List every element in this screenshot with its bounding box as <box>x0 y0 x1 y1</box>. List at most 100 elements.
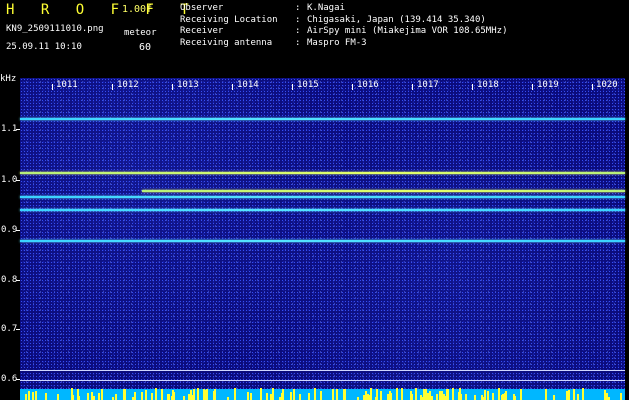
info-value: Maspro FM-3 <box>307 37 367 48</box>
activity-spike <box>498 388 500 400</box>
activity-spike <box>134 392 136 400</box>
activity-spike <box>145 390 147 400</box>
date-time: 25.09.11 10:10 <box>6 42 82 52</box>
activity-spike <box>183 396 185 400</box>
activity-spike <box>141 396 143 400</box>
activity-spike <box>320 391 322 400</box>
x-tick-label: 1020 <box>596 80 618 90</box>
activity-spike <box>87 393 89 400</box>
activity-spike <box>98 393 100 400</box>
activity-spike <box>290 392 292 400</box>
x-tick-mark <box>292 84 293 90</box>
signal-line <box>20 118 625 120</box>
y-tick-mark <box>16 129 20 130</box>
activity-spike <box>115 394 117 400</box>
activity-spike <box>447 389 449 400</box>
signal-line-partial <box>142 190 625 192</box>
activity-spike <box>459 388 461 400</box>
info-key: Receiver <box>180 26 224 36</box>
activity-spike <box>577 394 579 400</box>
activity-spike <box>553 395 555 400</box>
x-tick-label: 1015 <box>297 80 319 90</box>
info-row-observer: Observer: K.Nagai <box>180 3 345 13</box>
activity-spike <box>214 389 216 400</box>
activity-spike <box>370 388 372 400</box>
activity-spike <box>441 391 443 400</box>
activity-spike <box>260 388 262 400</box>
x-tick-mark <box>352 84 353 90</box>
activity-spike <box>492 393 494 400</box>
activity-spike <box>465 394 467 400</box>
activity-spike <box>396 388 398 400</box>
activity-bar <box>20 389 625 400</box>
activity-spike <box>93 396 95 400</box>
activity-spike <box>45 393 47 400</box>
activity-spike <box>151 393 153 400</box>
y-tick-mark <box>16 329 20 330</box>
signal-line <box>20 172 625 174</box>
activity-spike <box>172 390 174 400</box>
activity-spike <box>250 393 252 400</box>
activity-spike <box>270 394 272 400</box>
activity-spike <box>582 388 584 400</box>
activity-spike <box>344 389 346 400</box>
x-tick-mark <box>232 84 233 90</box>
activity-spike <box>25 394 27 400</box>
x-tick-mark <box>532 84 533 90</box>
activity-spike <box>77 389 79 400</box>
x-tick-mark <box>52 84 53 90</box>
activity-spike <box>481 395 483 400</box>
x-tick-mark <box>472 84 473 90</box>
reference-line <box>20 380 625 381</box>
y-tick-mark <box>16 180 20 181</box>
activity-spike <box>380 391 382 400</box>
file-name: KN9_2509111010.png <box>6 24 104 34</box>
y-axis-unit: kHz <box>0 74 17 84</box>
activity-spike <box>387 394 389 400</box>
activity-spike <box>452 388 454 400</box>
activity-spike <box>234 388 236 400</box>
activity-spike <box>336 389 338 400</box>
activity-spike <box>72 395 74 400</box>
info-row-location: Receiving Location: Chigasaki, Japan (139… <box>180 14 486 25</box>
activity-spike <box>390 393 392 400</box>
activity-spike <box>545 389 547 400</box>
signal-line <box>20 209 625 211</box>
x-tick-label: 1014 <box>237 80 259 90</box>
x-tick-label: 1018 <box>477 80 499 90</box>
x-tick-label: 1017 <box>417 80 439 90</box>
info-row-antenna: Receiving antenna: Maspro FM-3 <box>180 37 367 48</box>
activity-spike <box>444 396 446 400</box>
info-value: AirSpy mini (Miakejima VOR 108.65MHz) <box>307 26 508 36</box>
info-key: Receiving Location <box>180 14 278 25</box>
activity-spike <box>101 389 103 400</box>
activity-spike <box>308 393 310 400</box>
activity-spike <box>266 393 268 400</box>
signal-line <box>20 240 625 242</box>
activity-spike <box>415 388 417 400</box>
x-tick-mark <box>112 84 113 90</box>
activity-spike <box>487 391 489 400</box>
y-axis <box>0 74 20 400</box>
activity-spike <box>474 395 476 400</box>
activity-spike <box>505 391 507 400</box>
x-tick-mark <box>592 84 593 90</box>
y-tick-label: 0.6 <box>1 374 18 384</box>
station-info: Observer: K.Nagai Receiving Location: Chig… <box>180 3 507 49</box>
activity-spike <box>28 391 30 400</box>
y-tick-mark <box>16 280 20 281</box>
reference-line <box>20 370 625 371</box>
activity-spike <box>281 393 283 400</box>
activity-spike <box>436 394 438 400</box>
activity-spike <box>293 389 295 400</box>
activity-spike <box>193 389 195 400</box>
activity-spike <box>190 390 192 400</box>
x-tick-mark <box>412 84 413 90</box>
header: H R O F F T 1.00f KN9_2509111010.png met… <box>0 0 629 74</box>
info-row-receiver: Receiver: AirSpy mini (Miakejima VOR 108.… <box>180 26 508 36</box>
activity-spike <box>401 388 403 400</box>
activity-spike <box>363 396 365 400</box>
y-tick-label: 0.8 <box>1 275 18 285</box>
info-value: Chigasaki, Japan (139.414 35.340) <box>307 14 486 25</box>
noise-texture <box>20 78 625 400</box>
